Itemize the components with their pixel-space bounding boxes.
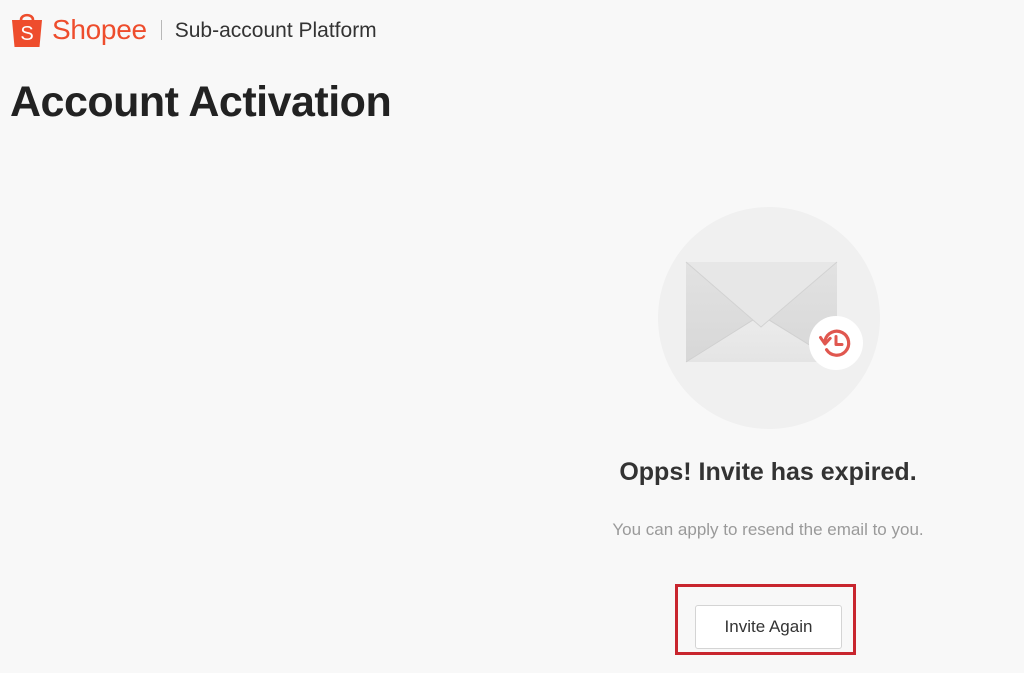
invite-again-button[interactable]: Invite Again (695, 605, 842, 649)
header-divider (160, 20, 162, 40)
mail-expired-icon (658, 207, 880, 429)
logo-glyph: S (20, 23, 33, 45)
logo-text: Shopee (52, 14, 147, 45)
activation-page: S Shopee Sub-account Platform Account Ac… (0, 0, 1024, 673)
page-title: Account Activation (10, 78, 392, 126)
platform-name: Sub-account Platform (174, 18, 377, 42)
header-brand: S Shopee Sub-account Platform (10, 6, 377, 54)
expired-heading: Opps! Invite has expired. (619, 458, 917, 486)
shopee-logo-icon: S (12, 13, 42, 47)
expired-description: You can apply to resend the email to you… (612, 520, 924, 539)
clock-history-icon (809, 316, 863, 370)
